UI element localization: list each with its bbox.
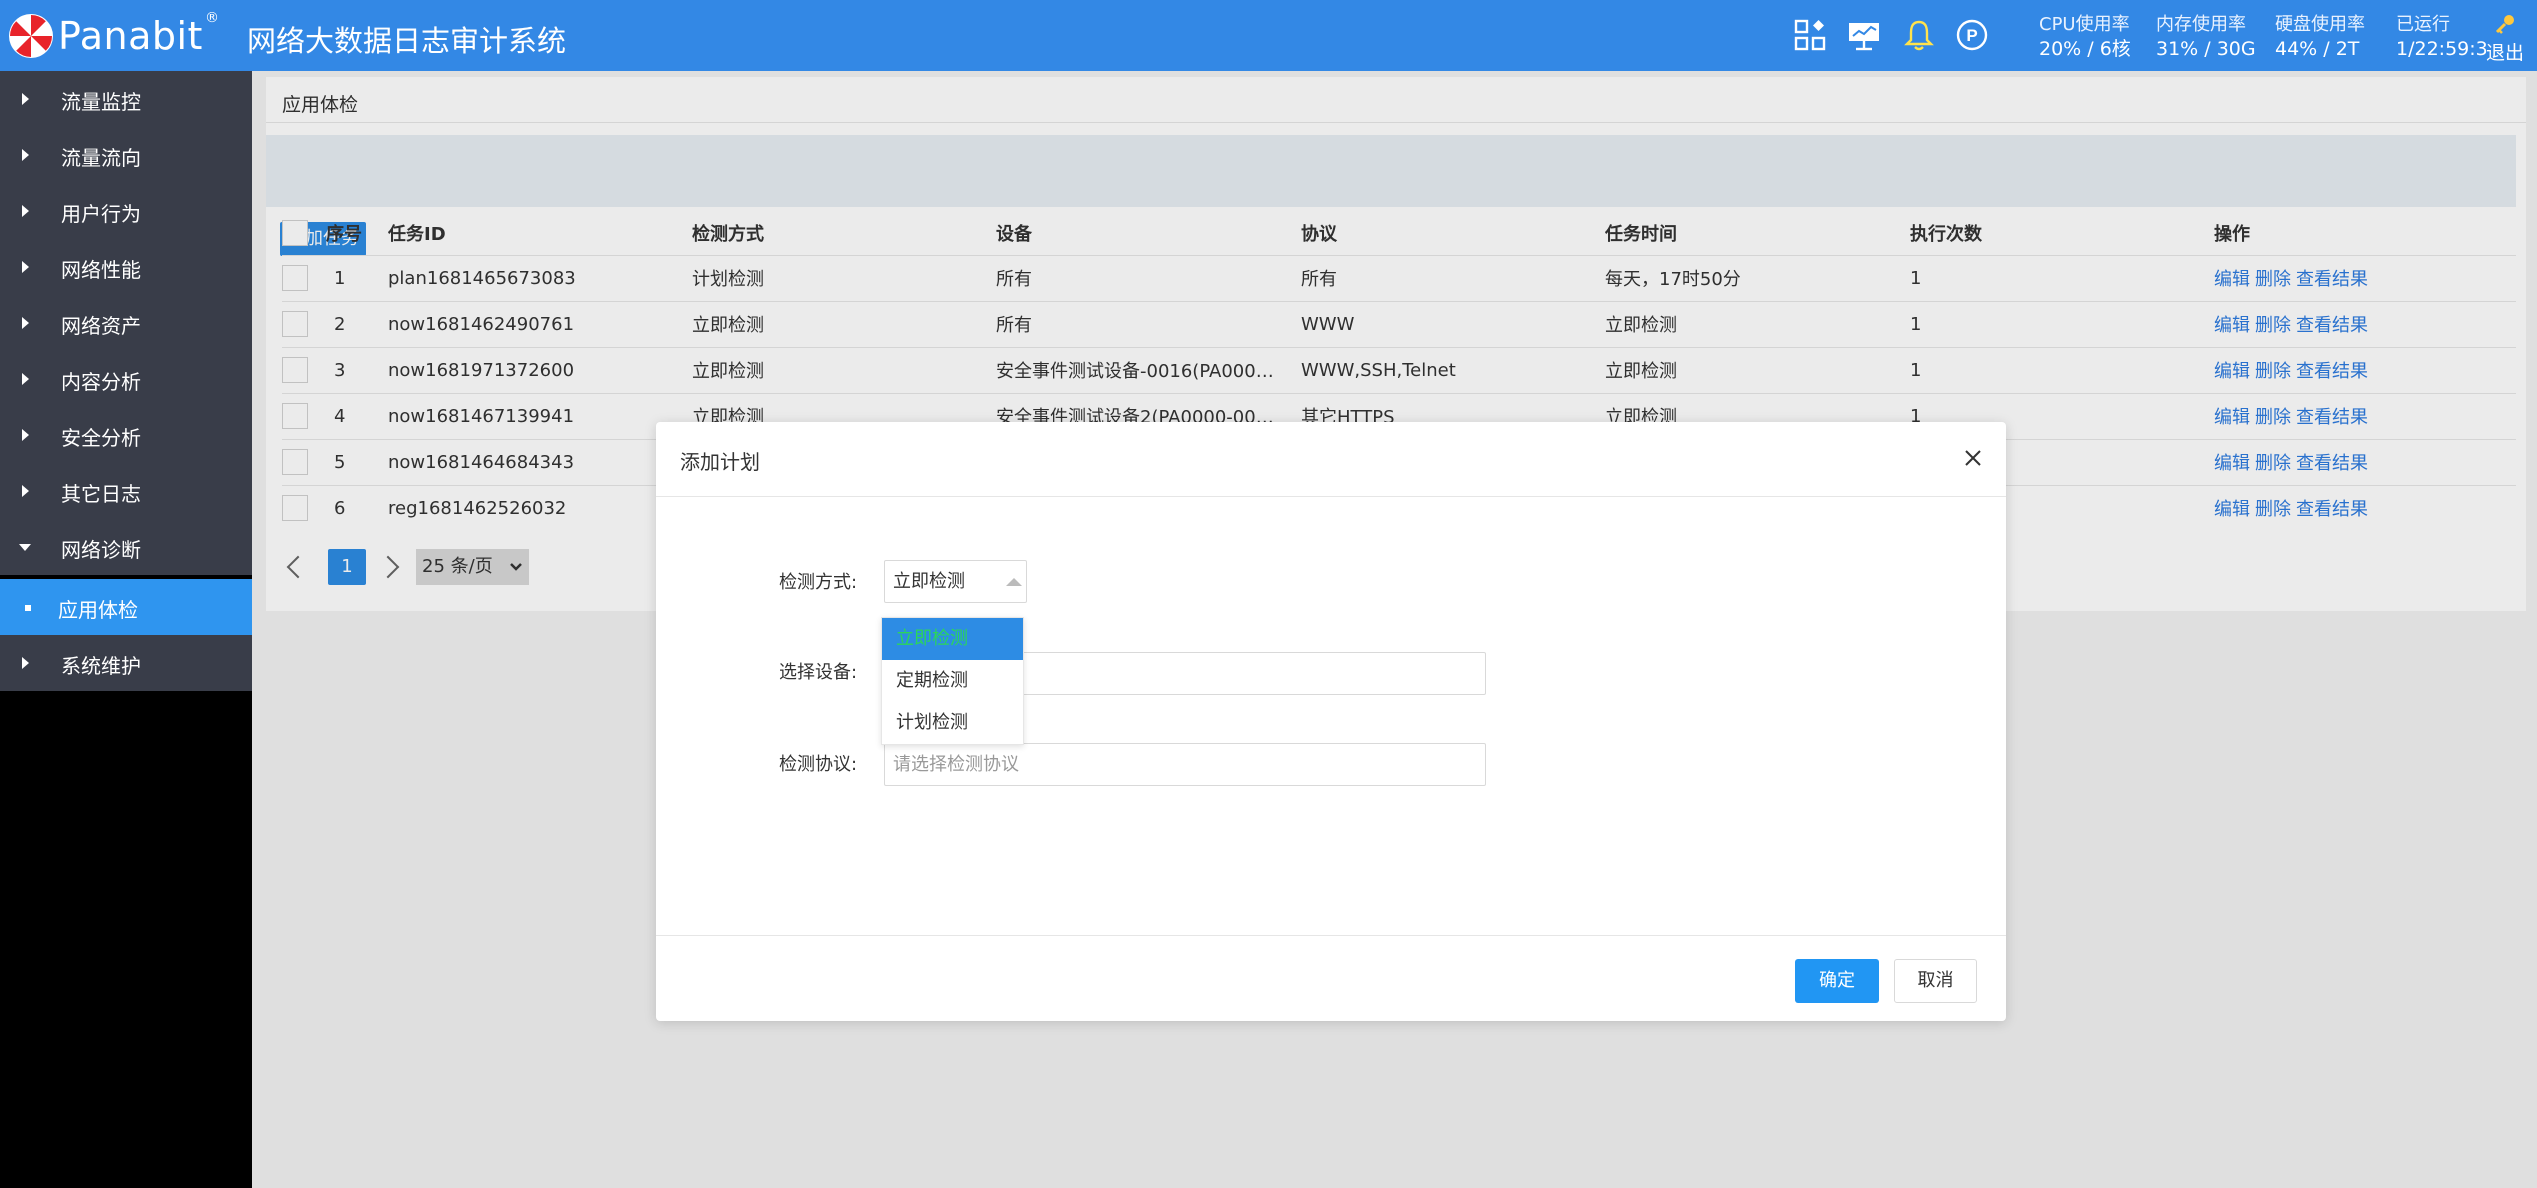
memory-stat-label: 内存使用率 [2156,14,2246,35]
method-option-scheduled[interactable]: 计划检测 [882,702,1023,744]
bullet-icon [25,605,31,611]
dialog-divider [656,935,2006,936]
method-select[interactable]: 立即检测 [884,560,1027,603]
close-icon[interactable] [1961,446,1985,470]
sidebar-item-network-diagnosis[interactable]: 网络诊断 [0,519,252,575]
sidebar-item-label: 流量流向 [61,146,141,170]
method-option-periodic[interactable]: 定期检测 [882,660,1023,702]
uptime-stat: 已运行 1/22:59:3 [2396,13,2488,61]
sidebar-item-label: 网络性能 [61,258,141,282]
cancel-button[interactable]: 取消 [1894,959,1977,1003]
memory-stat: 内存使用率 31% / 30G [2156,13,2256,61]
dialog-title: 添加计划 [680,450,760,474]
sidebar-item-label: 网络诊断 [61,538,141,562]
chevron-right-icon [22,93,29,105]
sidebar-item-label: 其它日志 [61,482,141,506]
sidebar-item-label: 用户行为 [61,202,141,226]
logout-button[interactable]: 退出 [2486,13,2524,65]
sidebar-item-network-assets[interactable]: 网络资产 [0,295,252,351]
disk-stat: 硬盘使用率 44% / 2T [2275,13,2365,61]
app-title: 网络大数据日志审计系统 [247,24,567,58]
chevron-right-icon [22,485,29,497]
sidebar-item-traffic-monitor[interactable]: 流量监控 [0,71,252,127]
caret-up-icon [1006,578,1022,586]
chevron-right-icon [22,429,29,441]
dashboard-icon[interactable] [1793,18,1827,52]
uptime-stat-value: 1/22:59:3 [2396,38,2488,60]
method-dropdown: 立即检测 定期检测 计划检测 [881,617,1024,745]
sidebar-item-user-behavior[interactable]: 用户行为 [0,183,252,239]
registered-mark: ® [204,10,219,26]
sidebar-item-label: 网络资产 [61,314,141,338]
sidebar-item-traffic-flow[interactable]: 流量流向 [0,127,252,183]
profile-p-icon[interactable]: P [1955,18,1989,52]
logout-label: 退出 [2486,42,2525,64]
protocol-label: 检测协议: [779,754,858,775]
chevron-down-icon [19,544,31,551]
method-label: 检测方式: [779,572,858,593]
cpu-stat-label: CPU使用率 [2039,14,2130,35]
chevron-right-icon [22,149,29,161]
memory-stat-value: 31% / 30G [2156,38,2256,60]
bell-icon[interactable] [1902,18,1936,52]
umbrella-logo-icon [9,14,53,58]
sidebar-item-label: 安全分析 [61,426,141,450]
sidebar-item-label: 流量监控 [61,90,141,114]
add-plan-dialog: 添加计划 检测方式: 立即检测 选择设备: 检测协议: 请选择检测协议 立即检测… [656,422,2006,1021]
chevron-right-icon [22,657,29,669]
method-select-value: 立即检测 [893,571,965,592]
sidebar-item-content-analysis[interactable]: 内容分析 [0,351,252,407]
svg-text:P: P [1966,26,1977,45]
sidebar-item-security-analysis[interactable]: 安全分析 [0,407,252,463]
cpu-stat: CPU使用率 20% / 6核 [2039,13,2131,61]
sidebar-item-system-maintenance[interactable]: 系统维护 [0,635,252,691]
device-label: 选择设备: [779,662,858,683]
sidebar-item-label: 系统维护 [61,654,141,678]
confirm-button[interactable]: 确定 [1795,959,1879,1003]
sidebar-item-other-logs[interactable]: 其它日志 [0,463,252,519]
sidebar: 流量监控 流量流向 用户行为 网络性能 网络资产 内容分析 安全分析 其它日志 … [0,71,252,1188]
brand-name: Panabit [58,14,203,58]
disk-stat-value: 44% / 2T [2275,38,2360,60]
monitor-icon[interactable] [1847,18,1881,52]
sidebar-item-label: 内容分析 [61,370,141,394]
sidebar-item-network-performance[interactable]: 网络性能 [0,239,252,295]
chevron-right-icon [22,205,29,217]
uptime-stat-label: 已运行 [2396,14,2450,35]
chevron-right-icon [22,373,29,385]
panabit-logo: Panabit ® [8,8,219,64]
chevron-right-icon [22,261,29,273]
disk-stat-label: 硬盘使用率 [2275,14,2365,35]
method-option-immediate[interactable]: 立即检测 [882,618,1023,660]
chevron-right-icon [22,317,29,329]
dialog-divider [656,496,2006,497]
sidebar-item-app-checkup[interactable]: 应用体检 [0,579,252,635]
key-icon [2495,15,2514,34]
cpu-stat-value: 20% / 6核 [2039,38,2131,60]
sidebar-item-label: 应用体检 [58,598,138,622]
protocol-select[interactable]: 请选择检测协议 [884,743,1486,786]
top-header: Panabit ® 网络大数据日志审计系统 P CPU使用率 20% / 6核 … [0,0,2537,71]
